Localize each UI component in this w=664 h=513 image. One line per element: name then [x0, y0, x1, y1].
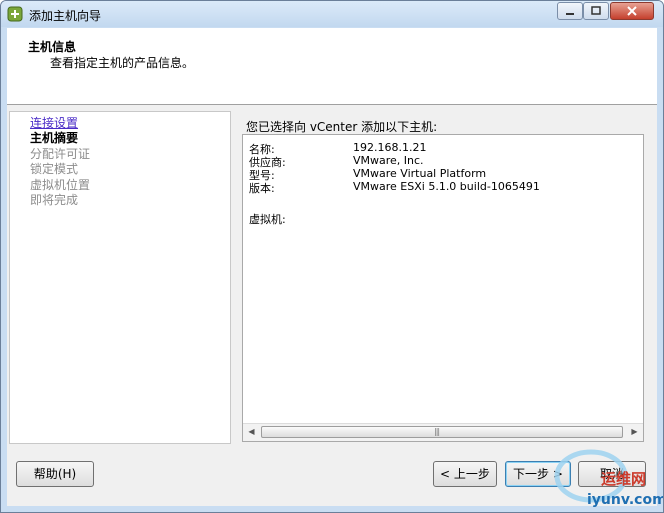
step-vm-location: 虚拟机位置	[30, 178, 91, 192]
summary-heading: 您已选择向 vCenter 添加以下主机:	[246, 120, 438, 134]
window-title: 添加主机向导	[29, 9, 102, 23]
horizontal-scrollbar[interactable]: ◀ ||| ▶	[243, 423, 643, 441]
scroll-thumb[interactable]: |||	[261, 426, 623, 438]
next-button[interactable]: 下一步 >	[505, 461, 571, 487]
grip-icon: |||	[434, 427, 440, 436]
wizard-window: 添加主机向导 主机信息 查看指定主机的产品信息。 连接设置 主机摘要 分配许可证…	[0, 0, 664, 513]
close-icon	[627, 6, 637, 16]
help-button[interactable]: 帮助(H)	[16, 461, 94, 487]
page-title: 主机信息	[28, 40, 77, 54]
page-subtitle: 查看指定主机的产品信息。	[50, 56, 195, 70]
minimize-icon	[566, 13, 574, 15]
step-assign-license: 分配许可证	[30, 147, 91, 161]
next-button-suffix: >	[549, 467, 563, 481]
version-value: VMware ESXi 5.1.0 build-1065491	[353, 180, 540, 193]
maximize-icon	[591, 6, 601, 15]
maximize-button[interactable]	[583, 2, 609, 20]
step-host-summary: 主机摘要	[30, 131, 79, 145]
host-summary-box: 名称: 192.168.1.21 供应商: VMware, Inc. 型号: V…	[242, 134, 644, 442]
wizard-client-area: 主机信息 查看指定主机的产品信息。 连接设置 主机摘要 分配许可证 锁定模式 虚…	[7, 28, 657, 506]
minimize-button[interactable]	[557, 2, 583, 20]
title-bar[interactable]: 添加主机向导	[1, 1, 663, 27]
vendor-value: VMware, Inc.	[353, 154, 424, 167]
page-header: 主机信息 查看指定主机的产品信息。	[7, 28, 657, 105]
scroll-left-arrow-icon[interactable]: ◀	[243, 424, 260, 440]
help-button-label: 帮助	[33, 467, 58, 481]
step-lockdown-mode: 锁定模式	[30, 162, 79, 176]
back-button-prefix: <	[440, 467, 454, 481]
back-button-label: 上一步	[453, 467, 490, 481]
name-value: 192.168.1.21	[353, 141, 427, 154]
version-label: 版本:	[249, 182, 275, 195]
virtual-machines-label: 虚拟机:	[249, 213, 286, 226]
close-button[interactable]	[610, 2, 654, 20]
step-connection-settings[interactable]: 连接设置	[30, 116, 78, 131]
help-button-key: (H)	[57, 467, 77, 481]
wizard-steps-panel: 连接设置 主机摘要 分配许可证 锁定模式 虚拟机位置 即将完成	[9, 111, 231, 444]
add-host-wizard-icon	[7, 6, 23, 22]
cancel-button[interactable]: 取消	[578, 461, 646, 487]
next-button-label: 下一步	[513, 467, 550, 481]
step-ready-to-complete: 即将完成	[30, 193, 79, 207]
model-value: VMware Virtual Platform	[353, 167, 487, 180]
scroll-right-arrow-icon[interactable]: ▶	[626, 424, 643, 440]
back-button[interactable]: < 上一步	[433, 461, 497, 487]
